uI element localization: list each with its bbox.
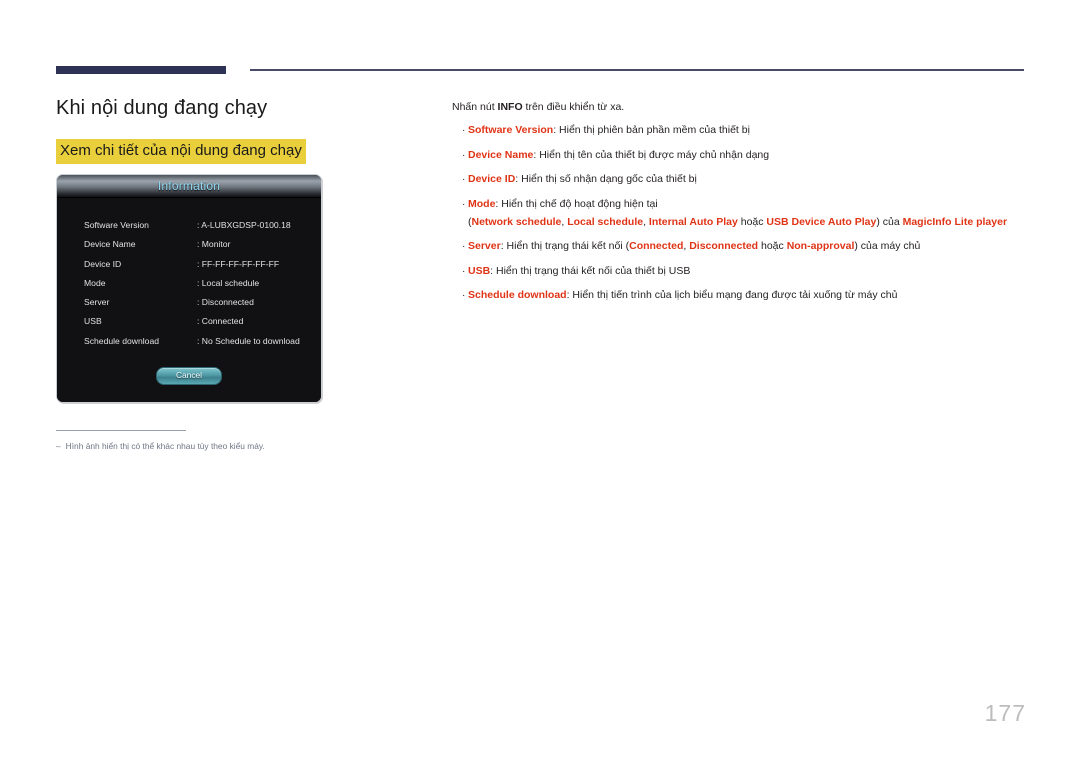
info-value: : No Schedule to download xyxy=(197,335,300,346)
list-item-body: USB: Hiển thị trạng thái kết nối của thi… xyxy=(468,264,1042,279)
section-subtitle-wrapper: Xem chi tiết của nội dung đang chạy xyxy=(56,139,436,164)
intro-keyword-info: INFO xyxy=(497,101,523,113)
list-item: Device ID : FF-FF-FF-FF-FF-FF xyxy=(84,255,313,274)
footnote-divider xyxy=(56,430,186,431)
list-item: · Mode: Hiển thị chế độ hoạt động hiện t… xyxy=(452,197,1042,230)
mode-value-usb-device-auto-play: USB Device Auto Play xyxy=(766,215,877,228)
list-item: Mode : Local schedule xyxy=(84,274,313,293)
term-description-c: hoặc xyxy=(758,240,787,252)
mode-values-line: (Network schedule, Local schedule, Inter… xyxy=(468,215,1042,230)
bullet-dot-icon: · xyxy=(462,174,466,185)
list-item-body: Schedule download: Hiển thị tiến trình c… xyxy=(468,288,1042,303)
info-value: : A-LUBXGDSP-0100.18 xyxy=(197,220,291,230)
term-description: : Hiển thị tiến trình của lịch biểu mạng… xyxy=(566,289,898,301)
info-value: : Monitor xyxy=(197,239,231,250)
server-state-connected: Connected xyxy=(629,240,684,252)
bullet-dot-icon: · xyxy=(462,198,466,210)
bullet-dot-icon: · xyxy=(462,241,466,252)
list-item: Schedule download : No Schedule to downl… xyxy=(84,332,313,351)
sep-or: hoặc xyxy=(737,215,767,228)
term-label: USB xyxy=(468,264,491,277)
info-label: Device ID xyxy=(84,258,122,269)
paren-close: ) của xyxy=(876,215,903,228)
info-value: : Local schedule xyxy=(197,277,260,288)
info-label: Software Version xyxy=(84,220,149,230)
list-item: · Device Name: Hiển thị tên của thiết bị… xyxy=(452,148,1042,163)
bullet-dot-icon: · xyxy=(462,290,466,301)
info-label: Device Name xyxy=(84,239,136,250)
list-item: · USB: Hiển thị trạng thái kết nối của t… xyxy=(452,264,1042,279)
info-value: : Connected xyxy=(197,316,244,327)
footnote: – Hình ảnh hiển thị có thể khác nhau tùy… xyxy=(56,440,356,453)
page-number: 177 xyxy=(984,700,1026,726)
section-subtitle-highlighted: Xem chi tiết của nội dung đang chạy xyxy=(56,139,306,164)
term-label: Schedule download xyxy=(468,289,567,301)
intro-text-before: Nhấn nút xyxy=(452,101,498,113)
list-item-body: Device Name: Hiển thị tên của thiết bị đ… xyxy=(468,148,1042,163)
left-column: Khi nội dung đang chạy Xem chi tiết của … xyxy=(56,95,436,453)
mode-value-local-schedule: Local schedule xyxy=(567,215,644,228)
header-divider-line xyxy=(250,69,1024,71)
info-label: Server xyxy=(84,297,110,308)
list-item-body: Device ID: Hiển thị số nhận dạng gốc của… xyxy=(468,172,1042,187)
cancel-button[interactable]: Cancel xyxy=(156,367,222,386)
right-column: Nhấn nút INFO trên điều khiển từ xa. · S… xyxy=(452,100,1042,313)
list-item-body: Mode: Hiển thị chế độ hoạt động hiện tại… xyxy=(468,197,1042,230)
list-item: Device Name : Monitor xyxy=(84,235,313,254)
term-label: Mode xyxy=(468,197,496,210)
intro-text-after: trên điều khiển từ xa. xyxy=(522,101,625,113)
info-value: : Disconnected xyxy=(197,297,254,308)
header-accent-bar xyxy=(56,66,226,74)
term-description: : Hiển thị chế độ hoạt động hiện tại xyxy=(495,197,658,210)
bullet-dot-icon: · xyxy=(462,125,466,136)
list-item: · Device ID: Hiển thị số nhận dạng gốc c… xyxy=(452,172,1042,187)
info-label: USB xyxy=(84,316,102,327)
list-item: · Server: Hiển thị trạng thái kết nối (C… xyxy=(452,239,1042,254)
page-title: Khi nội dung đang chạy xyxy=(56,97,268,119)
term-description-a: : Hiển thị trạng thái kết nối ( xyxy=(500,240,630,252)
dialog-title: Information xyxy=(157,179,221,193)
information-dialog: Information Software Version : A-LUBXGDS… xyxy=(56,174,322,403)
term-label: Device ID xyxy=(468,173,516,185)
list-item: Software Version : A-LUBXGDSP-0100.18 xyxy=(84,216,313,235)
dialog-body: Software Version : A-LUBXGDSP-0100.18 De… xyxy=(57,198,321,402)
server-state-disconnected: Disconnected xyxy=(689,240,759,252)
dialog-titlebar: Information xyxy=(57,175,321,198)
list-item: Server : Disconnected xyxy=(84,293,313,312)
bullet-dot-icon: · xyxy=(462,149,466,161)
intro-paragraph: Nhấn nút INFO trên điều khiển từ xa. xyxy=(452,100,1042,114)
term-label: Server xyxy=(468,240,501,252)
server-state-non-approval: Non-approval xyxy=(786,240,855,252)
term-description: : Hiển thị trạng thái kết nối của thiết … xyxy=(490,264,691,277)
term-label: Device Name xyxy=(468,148,534,161)
list-item-body: Server: Hiển thị trạng thái kết nối (Con… xyxy=(468,239,1042,254)
list-item-body: Software Version: Hiển thị phiên bản phầ… xyxy=(468,123,1042,138)
magicinfo-lite-player-label: MagicInfo Lite player xyxy=(902,215,1008,228)
term-description: : Hiển thị tên của thiết bị được máy chủ… xyxy=(533,148,770,161)
info-label: Schedule download xyxy=(84,335,160,346)
term-description: : Hiển thị phiên bản phần mềm của thiết … xyxy=(553,124,750,136)
list-item: USB : Connected xyxy=(84,312,313,331)
mode-value-internal-auto-play: Internal Auto Play xyxy=(648,215,738,228)
page-header-rules xyxy=(0,0,1080,90)
dialog-footer: Cancel xyxy=(57,351,321,391)
list-item: · Schedule download: Hiển thị tiến trình… xyxy=(452,288,1042,303)
info-value: : FF-FF-FF-FF-FF-FF xyxy=(197,258,280,269)
term-description: : Hiển thị số nhận dạng gốc của thiết bị xyxy=(515,173,697,185)
footnote-block: – Hình ảnh hiển thị có thể khác nhau tùy… xyxy=(56,430,356,453)
feature-bullet-list: · Software Version: Hiển thị phiên bản p… xyxy=(452,123,1042,303)
info-label: Mode xyxy=(84,277,106,288)
term-description-d: ) của máy chủ xyxy=(854,240,921,252)
dialog-info-list: Software Version : A-LUBXGDSP-0100.18 De… xyxy=(57,216,321,351)
list-item: · Software Version: Hiển thị phiên bản p… xyxy=(452,123,1042,138)
term-label: Software Version xyxy=(468,124,554,136)
bullet-dot-icon: · xyxy=(462,265,466,277)
footnote-text: Hình ảnh hiển thị có thể khác nhau tùy t… xyxy=(65,441,265,451)
mode-value-network-schedule: Network schedule xyxy=(471,215,562,228)
footnote-dash: – xyxy=(56,441,61,451)
